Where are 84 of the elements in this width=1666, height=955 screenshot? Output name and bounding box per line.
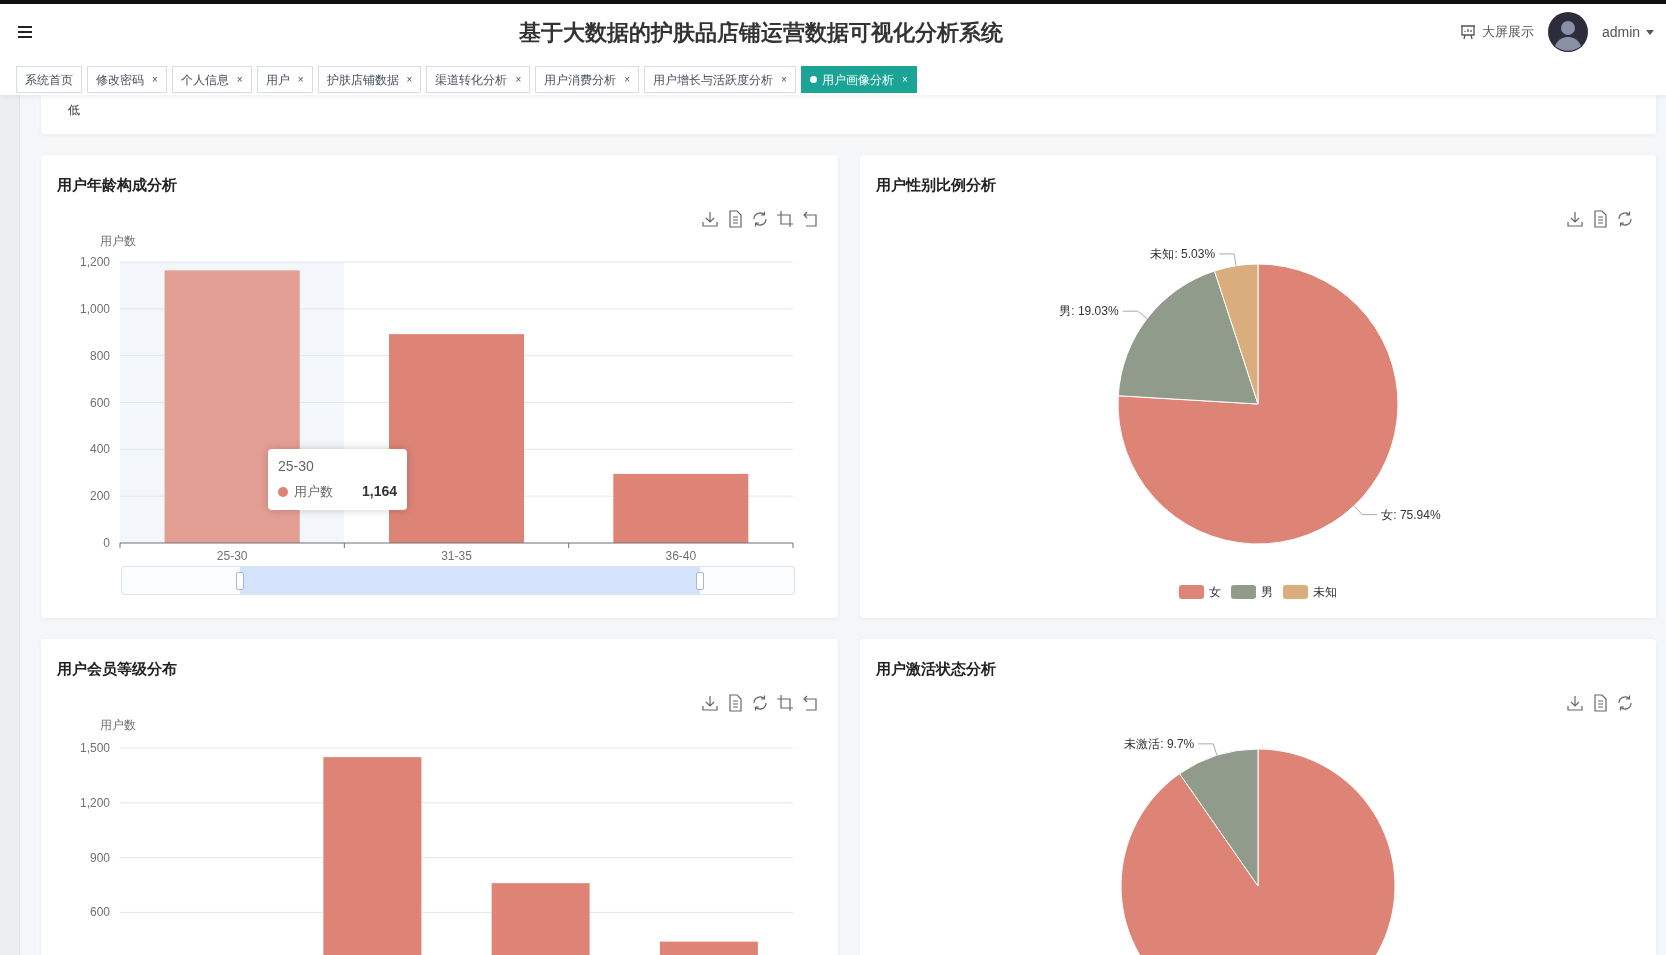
tooltip-title: 25-30 [278,457,315,476]
pie-slice[interactable] [1179,748,1259,887]
leader-line [1218,253,1237,267]
category-label: 31-35 [441,549,472,563]
tab[interactable]: 用户增长与活跃度分析 × [644,66,796,93]
refresh-icon[interactable] [1616,694,1634,712]
axis-title: 用户数 [100,718,136,732]
series-value: 1,164 [361,482,397,501]
legend-label: 女 [1209,585,1221,599]
leader-line [1353,505,1378,516]
close-icon[interactable]: × [297,72,304,87]
undo-icon[interactable] [801,694,819,712]
slice-label: 女: 75.94% [1381,507,1441,522]
pie-slice[interactable] [1214,263,1259,405]
slider-handle[interactable] [236,572,244,590]
card-text: 低 [68,103,80,117]
tab[interactable]: 渠道转化分析 × [426,66,531,93]
leader-line [1197,743,1218,756]
bar[interactable] [613,473,749,543]
refresh-icon[interactable] [1616,210,1634,228]
tab[interactable]: 系统首页 [16,66,82,93]
legend-label: 男 [1261,585,1273,599]
presentation-icon [1460,24,1476,40]
slice-label: 未知: 5.03% [1150,246,1216,261]
tick-label: 800 [89,348,110,363]
leader-line [1122,310,1148,319]
slice-label: 男: 19.03% [1059,304,1119,319]
pie-slice[interactable] [1117,270,1259,405]
zoom-slider[interactable] [121,566,795,595]
close-icon[interactable]: × [781,72,787,87]
tab[interactable]: 修改密码 × [87,66,167,93]
slice-label: 未激活: 9.7% [1124,736,1195,751]
document-icon[interactable] [726,694,744,712]
tick-label: 200 [89,489,110,504]
series-name: 用户数 [294,482,333,501]
download-icon[interactable] [701,694,719,712]
refresh-icon[interactable] [751,694,769,712]
undo-icon[interactable] [801,210,819,228]
close-icon[interactable]: × [406,72,413,87]
crop-icon[interactable] [776,694,794,712]
slider-handle[interactable] [695,572,704,590]
tick-label: 600 [89,905,110,920]
document-icon[interactable] [1591,694,1609,712]
tick-label: 1,500 [79,741,110,755]
document-icon[interactable] [1591,210,1609,228]
card-title: 用户年龄构成分析 [57,176,177,193]
tab[interactable]: 护肤店铺数据 × [317,66,422,93]
tick-label: 400 [89,442,110,457]
close-icon[interactable]: × [152,72,158,87]
download-icon[interactable] [1566,694,1584,712]
tab[interactable]: 用户 × [256,66,313,93]
tick-label: 1,200 [79,795,110,810]
menu-icon[interactable] [18,26,32,38]
caret-icon [1646,29,1655,35]
bar[interactable] [659,941,758,955]
close-icon[interactable]: × [236,72,243,87]
tick-label: 900 [89,850,110,865]
tick-label: 1,200 [79,255,110,269]
category-label: 36-40 [665,549,697,563]
document-icon[interactable] [726,210,744,228]
tick-label: 1,000 [79,301,110,316]
crop-icon[interactable] [776,210,794,228]
download-icon[interactable] [701,210,719,228]
card-title: 用户会员等级分布 [57,660,177,677]
category-label: 25-30 [216,549,248,563]
axis-title: 用户数 [100,234,136,248]
tick-label: 600 [89,395,110,410]
pie-slice[interactable] [1120,748,1396,955]
page-title: 基于大数据的护肤品店铺运营数据可视化分析系统 [519,18,1003,47]
big-screen-link[interactable]: 大屏展示 [1460,22,1534,42]
avatar[interactable] [1548,12,1588,52]
legend-label: 未知 [1313,585,1337,599]
user-menu[interactable]: admin [1602,21,1655,43]
card-title: 用户激活状态分析 [876,660,996,677]
legend-item[interactable]: 未知 [1283,585,1337,599]
tab[interactable]: 个人信息 × [171,66,252,93]
download-icon[interactable] [1566,210,1584,228]
close-icon[interactable]: × [624,72,631,87]
tab[interactable]: 用户消费分析 × [535,66,640,93]
refresh-icon[interactable] [751,210,769,228]
card-title: 用户性别比例分析 [876,176,996,193]
tick-label: 0 [103,536,110,550]
close-icon[interactable]: × [515,72,522,87]
pie-slice[interactable] [1117,263,1399,545]
